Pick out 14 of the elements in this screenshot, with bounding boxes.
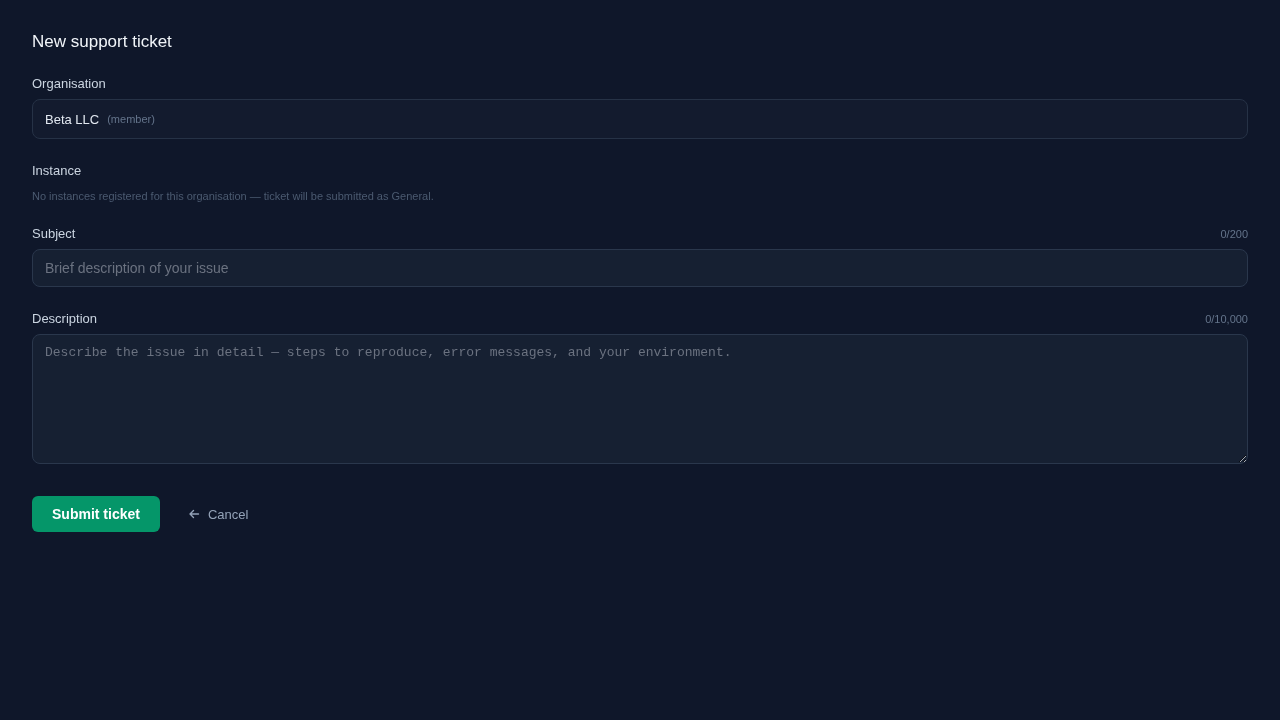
character-counter: 0/10,000 (1205, 312, 1248, 325)
cancel-link[interactable]: Cancel (187, 506, 249, 522)
organisation-field[interactable]: Beta LLC (member) (32, 99, 1248, 139)
field-label: Instance (32, 163, 83, 178)
page-title: New support ticket (32, 32, 173, 52)
field-label: Subject (32, 226, 76, 241)
helper-text: No instances registered for this organisation — ticket will be submitted as General. (32, 190, 435, 202)
description-textarea[interactable]: Describe the issue in detail — steps to reproduce, error messages, and your environment. (32, 334, 1248, 464)
arrow-left-icon (187, 508, 200, 520)
character-counter: 0/200 (1220, 227, 1248, 240)
subject-input[interactable]: Brief description of your issue (32, 249, 1248, 287)
field-label: Organisation (32, 76, 107, 91)
field-label: Description (32, 311, 98, 326)
submit-button[interactable]: Submit ticket (32, 496, 160, 532)
